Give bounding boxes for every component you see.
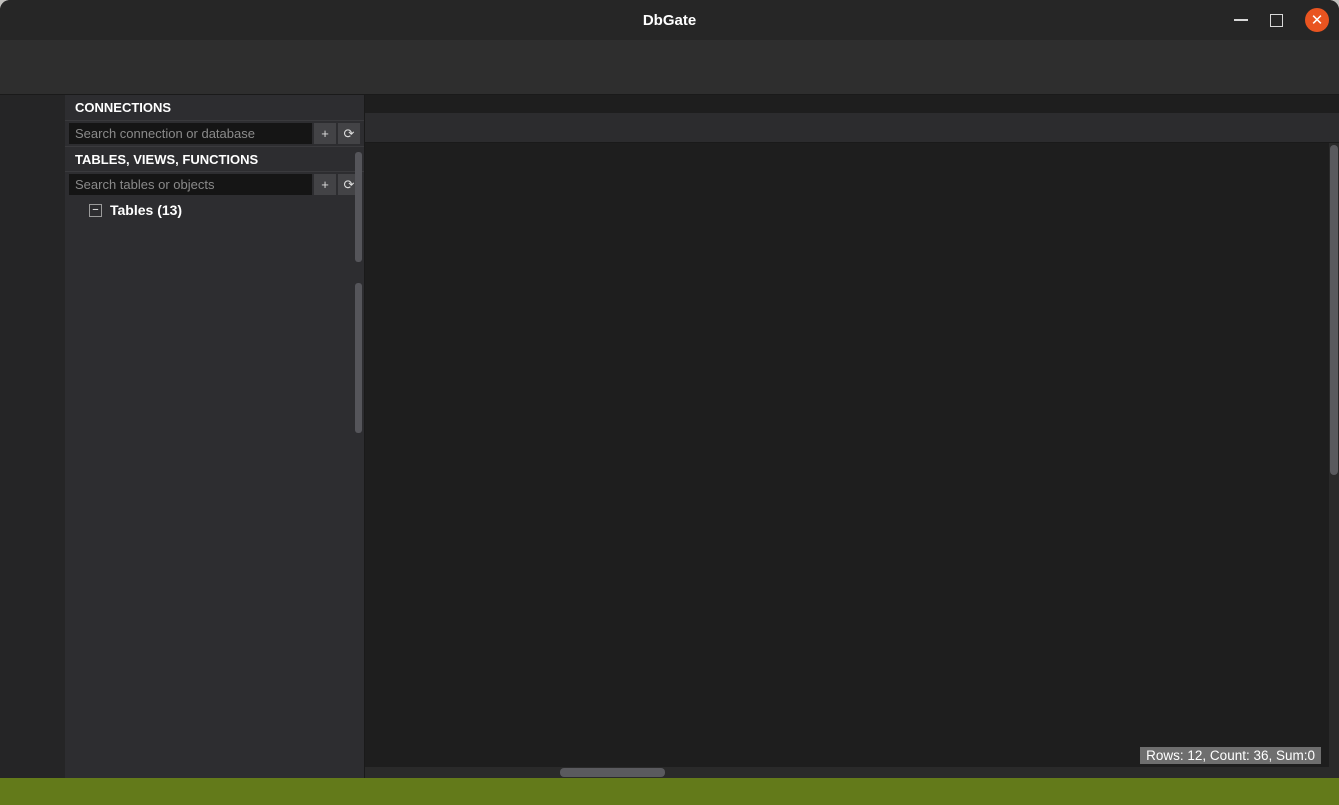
add-table-small-button[interactable]: + <box>314 174 336 195</box>
statusbar <box>0 778 1339 805</box>
tables-list <box>65 223 364 778</box>
icon-rail <box>0 95 65 778</box>
tables-group-label: Tables (13) <box>110 202 182 218</box>
connections-search-row: + ⟳ <box>65 121 364 146</box>
titlebar: DbGate ✕ <box>0 0 1339 40</box>
menubar <box>0 40 1339 65</box>
connections-search-input[interactable] <box>69 123 312 144</box>
maximize-button[interactable] <box>1270 14 1283 27</box>
add-connection-small-button[interactable]: + <box>314 123 336 144</box>
grid-horizontal-scrollbar[interactable] <box>365 767 1339 778</box>
window-title: DbGate <box>643 12 696 29</box>
toolbar <box>0 65 1339 95</box>
collapse-icon[interactable]: − <box>89 204 102 217</box>
tables-header: TABLES, VIEWS, FUNCTIONS <box>65 146 364 172</box>
refresh-connections-button[interactable]: ⟳ <box>338 123 360 144</box>
tab-row <box>365 113 1339 143</box>
right-pane: Rows: 12, Count: 36, Sum:0 <box>365 95 1339 778</box>
dbgate-window: DbGate ✕ CONNECTIONS + ⟳ TABLES, VIEWS, … <box>0 0 1339 805</box>
close-button[interactable]: ✕ <box>1305 8 1329 32</box>
tables-scrollbar[interactable] <box>355 283 362 433</box>
left-panel: CONNECTIONS + ⟳ TABLES, VIEWS, FUNCTIONS… <box>65 95 365 778</box>
grid-vertical-scrollbar[interactable] <box>1329 143 1339 778</box>
tables-group-row[interactable]: − Tables (13) <box>65 197 364 223</box>
tables-search-input[interactable] <box>69 174 312 195</box>
data-grid: Rows: 12, Count: 36, Sum:0 <box>365 143 1339 778</box>
connections-header: CONNECTIONS <box>65 95 364 121</box>
minimize-button[interactable] <box>1234 19 1248 21</box>
selection-stats-overlay: Rows: 12, Count: 36, Sum:0 <box>1140 747 1321 764</box>
tables-search-row: + ⟳ <box>65 172 364 197</box>
tab-group-strip <box>365 95 1339 113</box>
